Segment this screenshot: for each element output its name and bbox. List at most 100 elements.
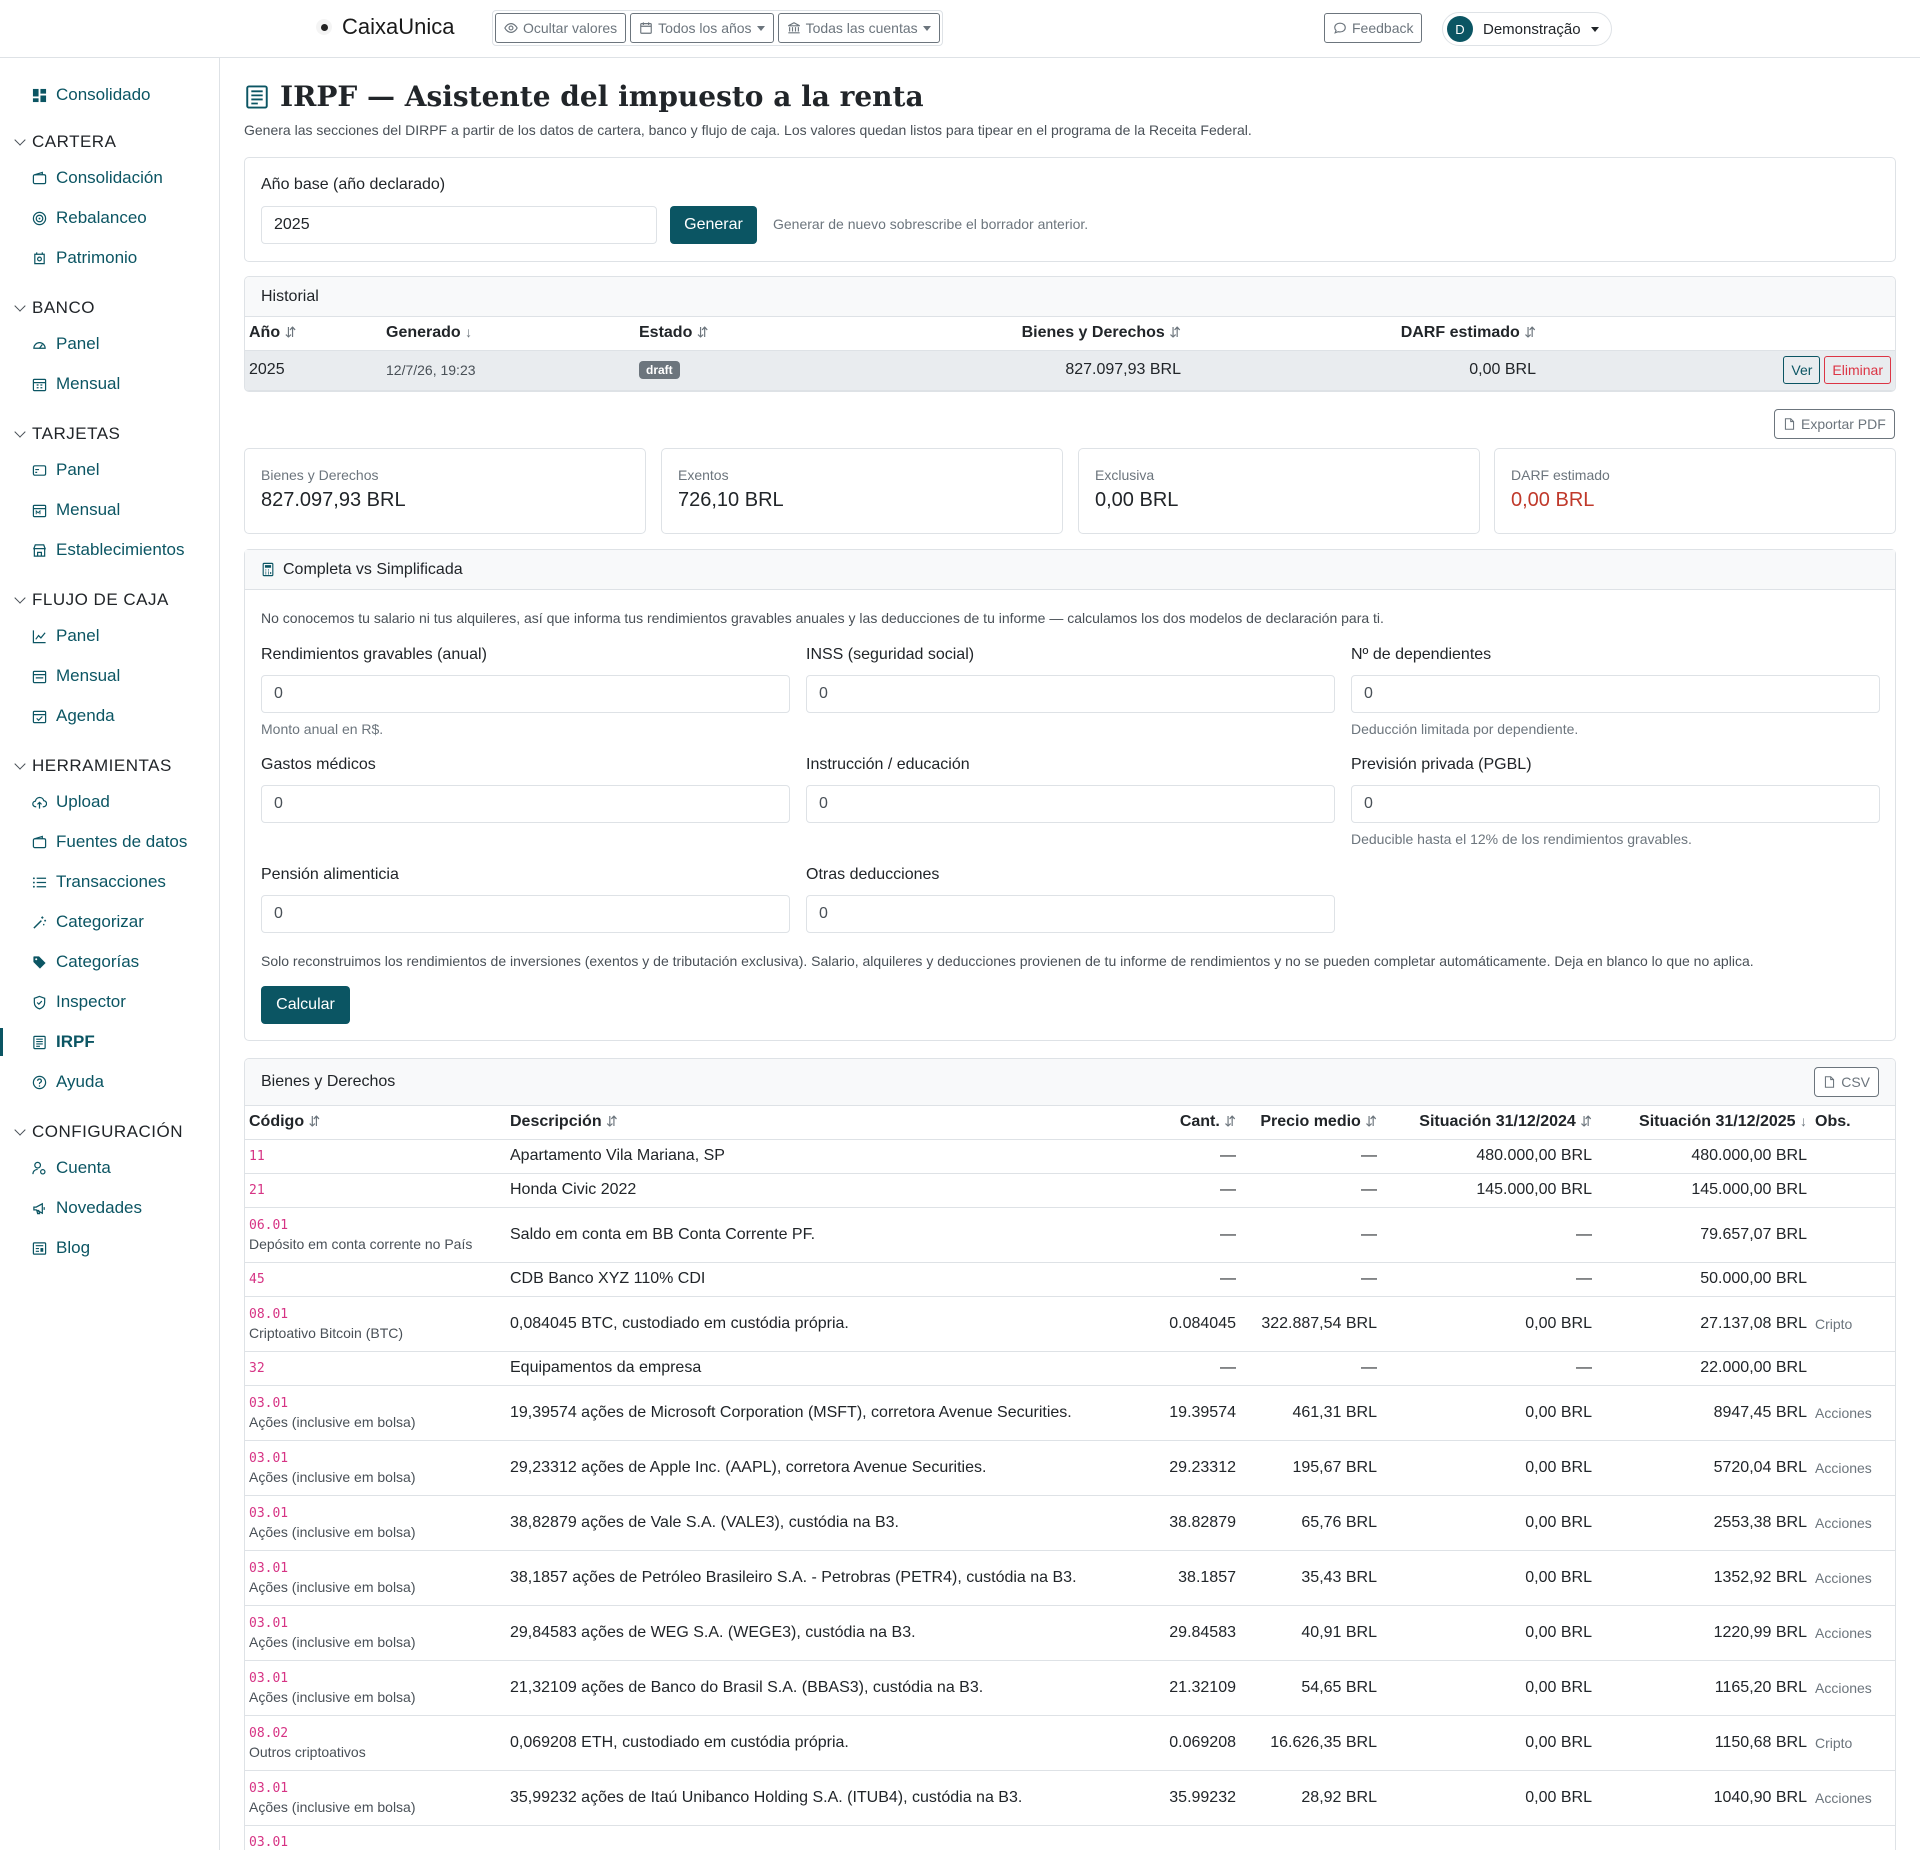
sidebar-item-fuentes-de-datos[interactable]: Fuentes de datos (32, 830, 187, 854)
sidebar-item-agenda[interactable]: Agenda (32, 704, 115, 728)
sidebar-item-tarjetas-mensual[interactable]: Mensual (32, 498, 120, 522)
view-button[interactable]: Ver (1783, 356, 1821, 384)
col-status[interactable]: Estado ⇵ (635, 317, 825, 351)
table-row[interactable]: 21 Honda Civic 2022— —145.000,00 BRL 145.00… (245, 1173, 1895, 1208)
table-row[interactable]: 03.01 Ações (inclusive em bolsa) 19,39574 … (245, 1385, 1895, 1441)
asset-obs: Cripto (1811, 1296, 1895, 1352)
brand[interactable]: CaixaUnica (316, 14, 455, 40)
sidebar-item-categorias[interactable]: Categorías (32, 950, 139, 974)
sidebar-item-tarjetas-panel[interactable]: Panel (32, 458, 99, 482)
csv-label: CSV (1841, 1074, 1870, 1090)
table-row[interactable]: 06.01 Depósito em conta corrente no País S… (245, 1207, 1895, 1263)
user-menu[interactable]: D Demonstração (1442, 12, 1612, 46)
sidebar-item-banco-mensual[interactable]: Mensual (32, 372, 120, 396)
sidebar-section-flujo-de-caja[interactable]: FLUJO DE CAJA (14, 590, 169, 610)
alimony-input[interactable]: 0 (261, 895, 790, 933)
sidebar-item-establecimientos[interactable]: Establecimientos (32, 538, 185, 562)
sidebar-item-consolidado[interactable]: Consolidado (32, 83, 151, 107)
generate-button[interactable]: Generar (670, 206, 757, 244)
asset-situation-2024: 0,00 BRL (1381, 1660, 1596, 1716)
hide-values-button[interactable]: Ocultar valores (495, 13, 627, 43)
dashboard-icon (32, 88, 47, 102)
pgbl-input[interactable]: 0 (1351, 785, 1880, 823)
table-row[interactable]: 03.01 Ações (inclusive em bolsa) 29,84583 … (245, 1605, 1895, 1661)
year-filter-dropdown[interactable]: Todos los años (630, 13, 774, 43)
asset-situation-2024 (1381, 1825, 1596, 1850)
export-pdf-button[interactable]: Exportar PDF (1774, 409, 1895, 439)
sidebar-item-irpf[interactable]: IRPF (32, 1030, 95, 1054)
sidebar-section-configuracion[interactable]: CONFIGURACIÓN (14, 1122, 183, 1142)
col-generated[interactable]: Generado ↓ (382, 317, 635, 351)
calculator-icon (262, 562, 274, 577)
table-row[interactable]: 08.02 Outros criptoativos 0,069208 ETH, cu… (245, 1715, 1895, 1771)
dependents-input[interactable]: 0 (1351, 675, 1880, 713)
delete-button[interactable]: Eliminar (1824, 356, 1891, 384)
table-row[interactable]: 2025 12/7/26, 19:23 draft 827.097,93 BRL… (245, 350, 1895, 391)
col-year[interactable]: Año ⇵ (245, 317, 382, 351)
sort-icon: ⇵ (1169, 324, 1181, 341)
table-row[interactable]: 45 CDB Banco XYZ 110% CDI — — —50.000,00 BRL (245, 1262, 1895, 1297)
sidebar-item-transacciones[interactable]: Transacciones (32, 870, 166, 894)
asset-code: 03.01 (249, 1615, 289, 1631)
sidebar-item-patrimonio[interactable]: Patrimonio (32, 246, 137, 270)
col-code[interactable]: Código ⇵ (245, 1106, 506, 1140)
sidebar-item-banco-panel[interactable]: Panel (32, 332, 99, 356)
asset-group-label: Ações (inclusive em bolsa) (249, 1798, 416, 1815)
calendar-check-icon (32, 710, 47, 723)
table-row[interactable]: 03.01 Ações (inclusive em bolsa) 29,23312 … (245, 1440, 1895, 1496)
base-year-input[interactable]: 2025 (261, 206, 657, 244)
sidebar-item-cuenta[interactable]: Cuenta (32, 1156, 111, 1180)
sidebar-item-consolidacion[interactable]: Consolidación (32, 166, 163, 190)
list-icon (32, 876, 47, 888)
asset-quantity: 38.1857 (1156, 1550, 1240, 1606)
sidebar-item-flujo-mensual[interactable]: Mensual (32, 664, 120, 688)
sidebar-item-flujo-panel[interactable]: Panel (32, 624, 99, 648)
asset-description: CDB Banco XYZ 110% CDI (506, 1262, 1156, 1297)
col-qty[interactable]: Cant. ⇵ (1156, 1106, 1240, 1140)
avatar: D (1447, 16, 1473, 42)
col-avg-price[interactable]: Precio medio ⇵ (1240, 1106, 1381, 1140)
asset-avg-price: 54,65 BRL (1240, 1660, 1381, 1716)
medical-expenses-input[interactable]: 0 (261, 785, 790, 823)
table-row[interactable]: 03.01 (245, 1825, 1895, 1850)
asset-code-cell: 03.01 Ações (inclusive em bolsa) (245, 1495, 506, 1551)
calendar-month-icon (32, 504, 47, 517)
col-situation-2025[interactable]: Situación 31/12/2025 ↓ (1596, 1106, 1811, 1140)
col-situation-2024[interactable]: Situación 31/12/2024 ⇵ (1381, 1106, 1596, 1140)
table-row[interactable]: 03.01 Ações (inclusive em bolsa) 38,1857 a… (245, 1550, 1895, 1606)
asset-group-label: Ações (inclusive em bolsa) (249, 1633, 416, 1650)
inss-input[interactable]: 0 (806, 675, 1335, 713)
table-row[interactable]: 03.01 Ações (inclusive em bolsa) 35,99232 … (245, 1770, 1895, 1826)
sidebar-item-upload[interactable]: Upload (32, 790, 110, 814)
col-assets[interactable]: Bienes y Derechos ⇵ (825, 317, 1185, 351)
calculate-button[interactable]: Calcular (261, 986, 350, 1024)
sidebar-item-categorizar[interactable]: Categorizar (32, 910, 144, 934)
asset-situation-2024: — (1381, 1207, 1596, 1263)
education-input[interactable]: 0 (806, 785, 1335, 823)
sidebar-item-inspector[interactable]: Inspector (32, 990, 126, 1014)
sidebar-item-blog[interactable]: Blog (32, 1236, 90, 1260)
sidebar-section-herramientas[interactable]: HERRAMIENTAS (14, 756, 172, 776)
table-row[interactable]: 11 Apartamento Vila Mariana, SP — —480.000,… (245, 1139, 1895, 1174)
sidebar-section-banco[interactable]: BANCO (14, 298, 95, 318)
receipt-icon (33, 1035, 46, 1049)
sidebar-item-ayuda[interactable]: Ayuda (32, 1070, 104, 1094)
col-darf[interactable]: DARF estimado ⇵ (1185, 317, 1540, 351)
csv-export-button[interactable]: CSV (1814, 1067, 1879, 1097)
sidebar-item-rebalanceo[interactable]: Rebalanceo (32, 206, 147, 230)
taxable-income-input[interactable]: 0 (261, 675, 790, 713)
asset-situation-2024: — (1381, 1351, 1596, 1386)
feedback-button[interactable]: Feedback (1324, 13, 1423, 43)
table-row[interactable]: 03.01 Ações (inclusive em bolsa) 21,32109 … (245, 1660, 1895, 1716)
table-row[interactable]: 32 Equipamentos da empresa — — —22.000,00 BR… (245, 1351, 1895, 1386)
table-row[interactable]: 08.01 Criptoativo Bitcoin (BTC) 0,084045 B… (245, 1296, 1895, 1352)
sidebar-section-tarjetas[interactable]: TARJETAS (14, 424, 120, 444)
asset-quantity: — (1156, 1262, 1240, 1297)
other-deductions-input[interactable]: 0 (806, 895, 1335, 933)
col-description[interactable]: Descripción ⇵ (506, 1106, 1156, 1140)
account-filter-dropdown[interactable]: Todas las cuentas (777, 13, 940, 43)
assets-header-row: Código ⇵ Descripción ⇵ Cant. ⇵ Precio me… (245, 1106, 1895, 1140)
sidebar-section-cartera[interactable]: CARTERA (14, 132, 116, 152)
table-row[interactable]: 03.01 Ações (inclusive em bolsa) 38,82879 … (245, 1495, 1895, 1551)
sidebar-item-novedades[interactable]: Novedades (32, 1196, 142, 1220)
